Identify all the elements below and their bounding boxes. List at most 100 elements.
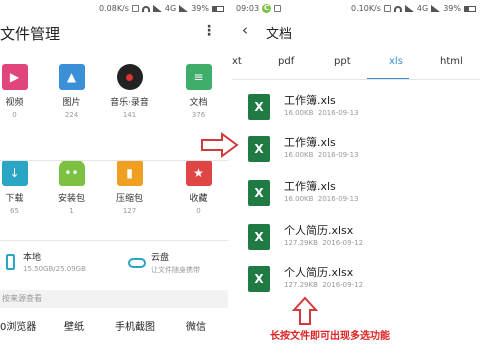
category-label: 安装包 — [57, 194, 85, 204]
file-meta: 127.29KB 2016-09-12 — [284, 281, 363, 289]
file-date: 2016-09-12 — [322, 281, 364, 289]
tab-txt[interactable]: xt — [232, 56, 242, 67]
section-header: 按来源查看 — [0, 290, 228, 308]
source-apps-row: 0浏览器 壁纸 手机截图 微信 — [0, 318, 228, 342]
source-app-screenshots[interactable]: 手机截图 — [115, 318, 155, 333]
network-type: 4G — [164, 4, 177, 13]
list-item[interactable]: X 个人简历.xlsx 127.29KB 2016-09-12 — [232, 262, 480, 302]
local-storage-size: 15.50GB/25.09GB — [23, 265, 86, 273]
category-images[interactable]: ▲ 图片 224 — [43, 64, 100, 119]
tab-ppt[interactable]: ppt — [334, 56, 351, 67]
source-app-browser[interactable]: 0浏览器 — [0, 318, 36, 333]
download-icon: ↓ — [1, 160, 28, 186]
file-name: 个人简历.xlsx — [284, 224, 354, 237]
notification-icon — [274, 5, 282, 12]
cloud-storage[interactable]: 云盘 让文件随身携带 — [128, 250, 200, 275]
category-count: 224 — [64, 111, 79, 119]
battery-level: 39% — [191, 4, 209, 13]
signal-icon — [431, 5, 441, 12]
app-header: 文件管理 ⋮ — [0, 17, 228, 49]
file-size: 16.00KB — [284, 109, 314, 117]
back-arrow-icon[interactable]: ‹ — [242, 21, 248, 39]
divider — [232, 79, 480, 80]
alarm-icon — [383, 5, 391, 12]
zip-icon: ▮ — [116, 160, 143, 186]
page-title: 文档 — [266, 27, 293, 42]
list-item[interactable]: X 个人简历.xlsx 127.29KB 2016-09-12 — [232, 220, 480, 260]
category-label: 收藏 — [189, 194, 208, 204]
file-type-tabs: xt pdf ppt xls html — [232, 56, 480, 80]
tab-pdf[interactable]: pdf — [278, 56, 294, 67]
category-count: 65 — [10, 207, 19, 215]
file-size: 127.29KB — [284, 281, 318, 289]
category-count: 0 — [196, 207, 201, 215]
file-size: 16.00KB — [284, 195, 314, 203]
file-name: 工作簿.xls — [284, 94, 336, 107]
excel-file-icon: X — [248, 136, 270, 162]
list-item[interactable]: X 工作簿.xls 16.00KB 2016-09-13 — [232, 132, 480, 172]
category-apk[interactable]: •• 安装包 1 — [43, 160, 100, 215]
bookmark-star-icon: ★ — [185, 160, 212, 186]
network-type: 4G — [416, 4, 429, 13]
battery-icon — [212, 5, 224, 12]
file-manager-panel: 0.08K/s 4G 39% 文件管理 ⋮ ▶ 视频 0 ▲ 图片 224 音乐… — [0, 0, 228, 360]
documents-panel: 09:03 C 0.10K/s 4G 39% ‹ 文档 xt pdf ppt x… — [232, 0, 480, 360]
app-header: ‹ 文档 — [232, 17, 480, 45]
category-favorites[interactable]: ★ 收藏 0 — [170, 160, 227, 215]
wifi-icon — [393, 5, 402, 12]
network-speed: 0.10K/s — [351, 4, 381, 13]
android-icon: •• — [58, 160, 85, 186]
more-options-icon[interactable]: ⋮ — [202, 23, 216, 39]
file-date: 2016-09-12 — [322, 239, 364, 247]
file-meta: 16.00KB 2016-09-13 — [284, 195, 359, 203]
category-label: 压缩包 — [115, 194, 143, 204]
wifi-icon — [141, 5, 150, 12]
excel-file-icon: X — [248, 94, 270, 120]
signal-icon — [152, 5, 162, 12]
music-disc-icon — [116, 64, 143, 90]
category-count: 141 — [122, 111, 137, 119]
category-downloads[interactable]: ↓ 下载 65 — [0, 160, 43, 215]
video-icon: ▶ — [1, 64, 28, 90]
source-app-wechat[interactable]: 微信 — [186, 318, 206, 333]
excel-file-icon: X — [248, 266, 270, 292]
file-name: 个人简历.xlsx — [284, 266, 354, 279]
file-name: 工作簿.xls — [284, 180, 336, 193]
local-storage[interactable]: 本地 15.50GB/25.09GB — [6, 250, 86, 273]
tab-html[interactable]: html — [440, 56, 463, 67]
category-video[interactable]: ▶ 视频 0 — [0, 64, 43, 119]
tab-xls[interactable]: xls — [389, 56, 403, 67]
category-label: 文档 — [189, 98, 208, 108]
image-icon: ▲ — [58, 64, 85, 90]
signal-icon — [179, 5, 189, 12]
battery-icon — [464, 5, 476, 12]
app-notification-icon: C — [262, 4, 272, 13]
status-bar: 0.08K/s 4G 39% — [0, 0, 228, 17]
list-item[interactable]: X 工作簿.xls 16.00KB 2016-09-13 — [232, 176, 480, 216]
category-count: 0 — [12, 111, 17, 119]
category-label: 下载 — [5, 194, 24, 204]
status-bar: 09:03 C 0.10K/s 4G 39% — [232, 0, 480, 17]
category-documents[interactable]: ≡ 文档 376 — [170, 64, 227, 119]
cloud-storage-name: 云盘 — [151, 253, 170, 263]
cloud-icon — [128, 257, 146, 268]
arrow-up-annotation — [292, 296, 318, 325]
page-title: 文件管理 — [0, 25, 61, 43]
category-label: 视频 — [5, 98, 24, 108]
clock: 09:03 — [236, 4, 260, 13]
file-name: 工作簿.xls — [284, 136, 336, 149]
list-item[interactable]: X 工作簿.xls 16.00KB 2016-09-13 — [232, 90, 480, 130]
network-speed: 0.08K/s — [99, 4, 129, 13]
phone-icon — [6, 253, 15, 270]
alarm-icon — [131, 5, 139, 12]
file-size: 127.29KB — [284, 239, 318, 247]
category-music[interactable]: 音乐·录音 141 — [101, 64, 158, 119]
divider — [0, 160, 228, 161]
excel-file-icon: X — [248, 224, 270, 250]
file-meta: 127.29KB 2016-09-12 — [284, 239, 363, 247]
category-archives[interactable]: ▮ 压缩包 127 — [101, 160, 158, 215]
file-meta: 16.00KB 2016-09-13 — [284, 109, 359, 117]
category-count: 127 — [122, 207, 137, 215]
category-label: 音乐·录音 — [110, 98, 149, 108]
source-app-wallpaper[interactable]: 壁纸 — [64, 318, 84, 333]
